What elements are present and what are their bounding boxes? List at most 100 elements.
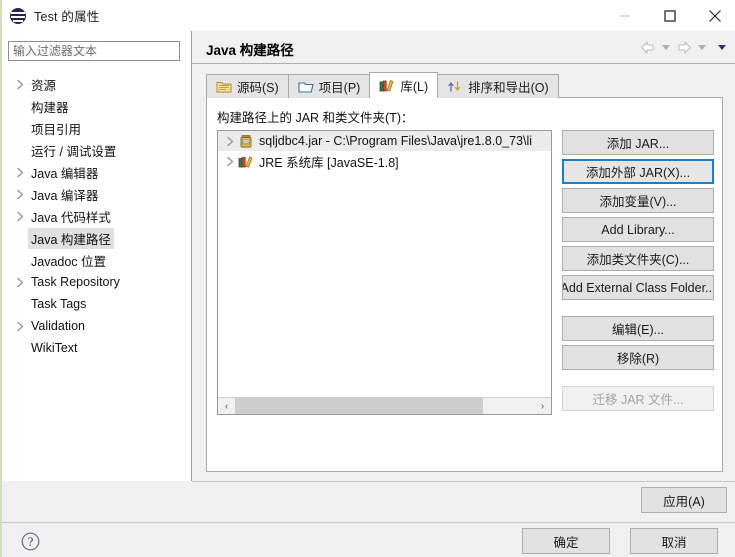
- window-title: Test 的属性: [34, 10, 100, 24]
- back-dropdown-icon[interactable]: [659, 41, 673, 55]
- svg-text:?: ?: [28, 534, 34, 549]
- chevron-right-icon[interactable]: [12, 208, 28, 224]
- jar-list-item[interactable]: JRE 系统库 [JavaSE-1.8]: [218, 151, 551, 171]
- tab-3[interactable]: 库(L): [369, 72, 439, 98]
- sidebar-item-12[interactable]: Validation: [2, 315, 191, 337]
- sidebar-item-11[interactable]: Task Tags: [2, 293, 191, 315]
- build-path-action-button-3[interactable]: 添加变量(V)...: [562, 188, 714, 213]
- sidebar-item-label: Validation: [31, 319, 85, 333]
- scrollbar-track[interactable]: [235, 398, 534, 414]
- maximize-icon[interactable]: [647, 0, 692, 31]
- order-export-arrows-icon: [447, 79, 463, 94]
- window-controls: [602, 0, 735, 31]
- minimize-icon[interactable]: [602, 0, 647, 31]
- project-folder-icon: [298, 79, 314, 94]
- page-header: Java 构建路径: [192, 31, 735, 64]
- sidebar-item-label: Task Repository: [31, 275, 120, 289]
- sidebar-item-13[interactable]: WikiText: [2, 337, 191, 359]
- sidebar-item-8[interactable]: Java 构建路径: [2, 227, 191, 249]
- close-icon[interactable]: [692, 0, 735, 31]
- source-folder-icon: [216, 79, 232, 94]
- tab-4[interactable]: 排序和导出(O): [437, 74, 559, 98]
- jar-list-item-label: JRE 系统库 [JavaSE-1.8]: [259, 155, 399, 170]
- build-path-action-button-9: 迁移 JAR 文件...: [562, 386, 714, 411]
- help-icon[interactable]: ?: [21, 532, 40, 551]
- settings-sidebar: 资源构建器项目引用运行 / 调试设置 Java 编辑器 Java 编译器 Java 代…: [2, 31, 192, 481]
- sidebar-item-label: 运行 / 调试设置: [31, 144, 117, 159]
- build-path-actions: 添加 JAR... 添加外部 JAR(X)... 添加变量(V)... Add Lib…: [562, 130, 714, 415]
- title-bar: Test 的属性: [2, 0, 735, 31]
- build-path-action-button-6[interactable]: Add External Class Folder...: [562, 275, 714, 300]
- build-path-action-button-5[interactable]: 添加类文件夹(C)...: [562, 246, 714, 271]
- scroll-left-icon[interactable]: ‹: [218, 398, 235, 414]
- dialog-footer: ? 确定 取消: [2, 522, 735, 557]
- scroll-right-icon[interactable]: ›: [534, 398, 551, 414]
- sidebar-item-label: 构建器: [31, 100, 69, 115]
- settings-tree: 资源构建器项目引用运行 / 调试设置 Java 编辑器 Java 编译器 Java 代…: [2, 73, 191, 359]
- apply-button[interactable]: 应用(A): [641, 487, 727, 513]
- sidebar-item-3[interactable]: 项目引用: [2, 117, 191, 139]
- tab-label: 排序和导出(O): [468, 81, 549, 95]
- forward-dropdown-icon[interactable]: [695, 41, 709, 55]
- jar-tree-list[interactable]: 010 sqljdbc4.jar - C:\Program Files\Java\…: [217, 130, 552, 415]
- sidebar-item-label: Java 编译器: [31, 188, 99, 203]
- jar-list-item-label: sqljdbc4.jar - C:\Program Files\Java\jre…: [259, 134, 533, 148]
- forward-arrow-icon[interactable]: [675, 40, 693, 55]
- view-menu-icon[interactable]: [715, 41, 729, 55]
- tab-2[interactable]: 项目(P): [287, 74, 371, 98]
- page-title: Java 构建路径: [206, 43, 294, 58]
- chevron-right-icon[interactable]: [12, 186, 28, 202]
- build-path-action-button-2[interactable]: 添加外部 JAR(X)...: [562, 159, 714, 184]
- sidebar-item-label: Java 代码样式: [31, 210, 111, 225]
- sidebar-item-9[interactable]: Javadoc 位置: [2, 249, 191, 271]
- tab-label: 源码(S): [237, 81, 279, 95]
- build-path-action-button-4[interactable]: Add Library...: [562, 217, 714, 242]
- sidebar-item-10[interactable]: Task Repository: [2, 271, 191, 293]
- jar-file-icon: 010: [238, 134, 259, 149]
- sidebar-item-2[interactable]: 构建器: [2, 95, 191, 117]
- library-books-icon: [379, 78, 395, 93]
- sidebar-item-5[interactable]: Java 编辑器: [2, 161, 191, 183]
- navigation-controls: [639, 40, 729, 55]
- library-tab-panel: 构建路径上的 JAR 和类文件夹(T)： 010 sqljdbc4.jar - C…: [206, 97, 723, 472]
- sidebar-item-label: Task Tags: [31, 297, 87, 311]
- chevron-right-icon[interactable]: [12, 318, 28, 334]
- sidebar-item-label: 项目引用: [31, 122, 82, 137]
- sidebar-item-1[interactable]: 资源: [2, 73, 191, 95]
- cancel-button[interactable]: 取消: [630, 528, 718, 554]
- sidebar-item-4[interactable]: 运行 / 调试设置: [2, 139, 191, 161]
- build-path-action-button-8[interactable]: 移除(R): [562, 345, 714, 370]
- svg-text:010: 010: [243, 140, 249, 144]
- horizontal-scrollbar[interactable]: ‹ ›: [218, 397, 551, 414]
- sidebar-item-label: 资源: [31, 78, 57, 93]
- back-arrow-icon[interactable]: [639, 40, 657, 55]
- chevron-right-icon[interactable]: [12, 164, 28, 180]
- sidebar-item-7[interactable]: Java 代码样式: [2, 205, 191, 227]
- jar-list-item[interactable]: 010 sqljdbc4.jar - C:\Program Files\Java\…: [218, 131, 551, 151]
- chevron-right-icon[interactable]: [12, 76, 28, 92]
- filter-input[interactable]: [8, 41, 180, 61]
- properties-dialog: Test 的属性 Java 构建路径 输入过滤器文本 资源 构建器 项目引用 运…: [0, 0, 735, 557]
- ok-button[interactable]: 确定: [522, 528, 610, 554]
- scrollbar-thumb[interactable]: [235, 398, 484, 414]
- build-path-action-button-7[interactable]: 编辑(E)...: [562, 316, 714, 341]
- build-path-panel: 源码(S) 项目(P) 库(L) 排序和导出(O) 构建路径上的 JAR 和类文件夹(…: [192, 64, 735, 481]
- build-path-action-button-1[interactable]: 添加 JAR...: [562, 130, 714, 155]
- jar-list-label: 构建路径上的 JAR 和类文件夹(T)：: [217, 111, 414, 125]
- tab-1[interactable]: 源码(S): [206, 74, 289, 98]
- tab-bar: 源码(S) 项目(P) 库(L) 排序和导出(O): [206, 72, 559, 98]
- chevron-right-icon[interactable]: [12, 274, 28, 290]
- chevron-right-icon[interactable]: [223, 154, 238, 169]
- chevron-right-icon[interactable]: [223, 134, 238, 149]
- sidebar-item-label: WikiText: [31, 341, 78, 355]
- sidebar-item-label: Java 构建路径: [28, 227, 114, 249]
- sidebar-item-label: Javadoc 位置: [31, 254, 107, 269]
- apply-row: 应用(A): [192, 481, 735, 522]
- sidebar-item-6[interactable]: Java 编译器: [2, 183, 191, 205]
